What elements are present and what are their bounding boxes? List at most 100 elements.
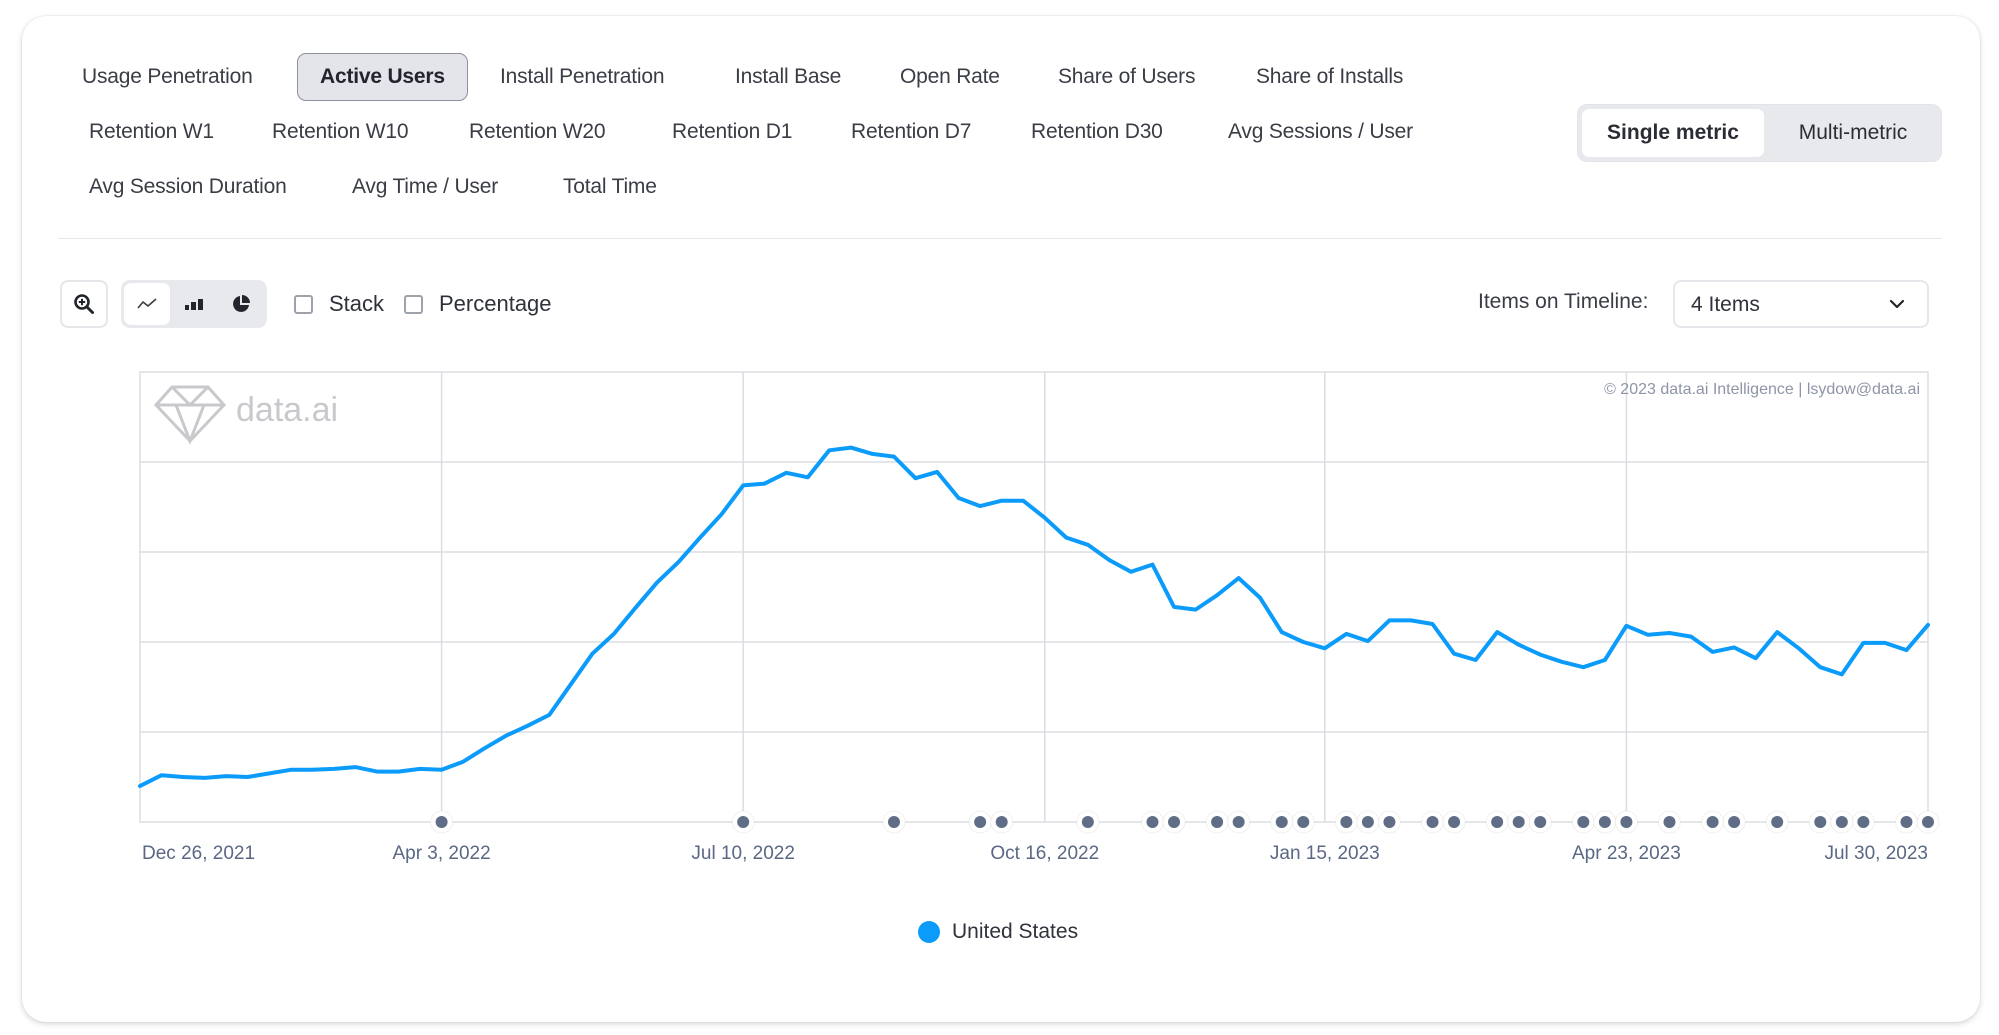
data-point [289, 768, 293, 772]
plot-frame [139, 371, 1929, 823]
data-point [720, 512, 724, 516]
event-marker[interactable] [1340, 816, 1353, 828]
data-point [138, 784, 142, 788]
data-point [1409, 618, 1413, 623]
event-marker[interactable] [1146, 816, 1159, 828]
data-point [1883, 641, 1887, 645]
data-point [1107, 558, 1111, 562]
data-point [396, 770, 401, 774]
data-point [1064, 536, 1068, 540]
data-point [655, 581, 659, 585]
event-marker[interactable] [1081, 816, 1094, 828]
data-point [913, 476, 918, 480]
data-point [763, 482, 767, 486]
event-marker[interactable] [1512, 816, 1525, 828]
event-marker[interactable] [435, 816, 448, 828]
event-marker[interactable] [1232, 816, 1245, 828]
data-point [935, 470, 939, 474]
data-point [504, 734, 508, 738]
data-point [957, 496, 961, 500]
event-marker[interactable] [1857, 816, 1870, 828]
data-point [1818, 665, 1822, 669]
data-point [1387, 618, 1391, 623]
data-point [1000, 499, 1004, 503]
data-point [1495, 630, 1499, 634]
event-marker[interactable] [1211, 816, 1224, 828]
data-point [1237, 576, 1241, 580]
data-point [569, 682, 573, 686]
data-point [224, 774, 228, 778]
event-marker[interactable] [1577, 816, 1590, 828]
x-tick-label: Apr 3, 2022 [392, 843, 490, 864]
data-point [1430, 622, 1435, 626]
data-point [1926, 623, 1930, 627]
data-point [827, 448, 831, 452]
event-marker[interactable] [1297, 816, 1310, 828]
data-point [1474, 658, 1478, 662]
event-marker[interactable] [1383, 816, 1396, 828]
data-point [1150, 563, 1155, 567]
copyright-text: © 2023 data.ai Intelligence | lsydow@dat… [1604, 381, 1920, 398]
event-marker[interactable] [1448, 816, 1461, 828]
x-tick-label: Jul 30, 2023 [1824, 843, 1928, 864]
event-marker[interactable] [887, 816, 900, 828]
data-point [181, 775, 185, 779]
data-point [1711, 650, 1715, 654]
data-point [203, 776, 207, 780]
data-point [1258, 596, 1262, 600]
x-tick-label: Jan 15, 2023 [1270, 843, 1380, 864]
legend-swatch [918, 921, 940, 943]
data-point [526, 724, 530, 728]
event-marker[interactable] [1426, 816, 1439, 828]
series-line-united-states [138, 445, 1930, 788]
event-marker[interactable] [1168, 816, 1181, 828]
data-point [1280, 630, 1284, 634]
event-marker[interactable] [1771, 816, 1784, 828]
active-users-chart: Dec 26, 2021 Apr 3, 2022 Jul 10, 2022 Oct 1… [138, 371, 1940, 864]
data-point [353, 765, 357, 769]
data-point [1667, 631, 1672, 635]
event-marker[interactable] [1706, 816, 1719, 828]
data-point [440, 768, 444, 772]
data-point [332, 767, 336, 771]
data-point [612, 632, 616, 636]
event-marker[interactable] [1361, 816, 1374, 828]
data-point [1301, 640, 1305, 644]
event-marker[interactable] [1663, 816, 1676, 828]
data-point [418, 767, 422, 771]
watermark-logo-text: data.ai [236, 391, 338, 429]
data-ai-logo-icon [153, 385, 227, 446]
event-marker[interactable] [1275, 816, 1288, 828]
data-point [633, 606, 638, 610]
data-point [892, 455, 896, 459]
data-point [1560, 660, 1564, 664]
data-point [698, 536, 702, 540]
data-point [1732, 645, 1736, 650]
event-marker[interactable] [1814, 816, 1827, 828]
data-point [806, 475, 810, 479]
data-point [1215, 593, 1219, 597]
data-point [1646, 633, 1650, 637]
x-tick-label: Jul 10, 2022 [691, 843, 795, 864]
data-point [267, 771, 271, 776]
event-marker[interactable] [1491, 816, 1504, 828]
event-marker[interactable] [1900, 816, 1913, 828]
event-marker[interactable] [1728, 816, 1741, 828]
data-point [1452, 652, 1456, 656]
event-marker[interactable] [1922, 816, 1934, 828]
legend-item-united-states[interactable]: United States [918, 920, 1078, 944]
event-marker[interactable] [995, 816, 1008, 828]
event-marker[interactable] [1534, 816, 1547, 828]
x-tick-label: Oct 16, 2022 [990, 843, 1099, 864]
data-point [1861, 641, 1865, 645]
data-point [1538, 653, 1542, 657]
event-marker[interactable] [1835, 816, 1848, 828]
event-marker[interactable] [1598, 816, 1611, 828]
event-marker[interactable] [974, 816, 987, 828]
data-point [159, 773, 164, 777]
event-marker[interactable] [1620, 816, 1633, 828]
data-point [590, 652, 595, 656]
data-point [1344, 632, 1348, 636]
data-point [849, 446, 853, 450]
event-marker[interactable] [737, 816, 750, 828]
